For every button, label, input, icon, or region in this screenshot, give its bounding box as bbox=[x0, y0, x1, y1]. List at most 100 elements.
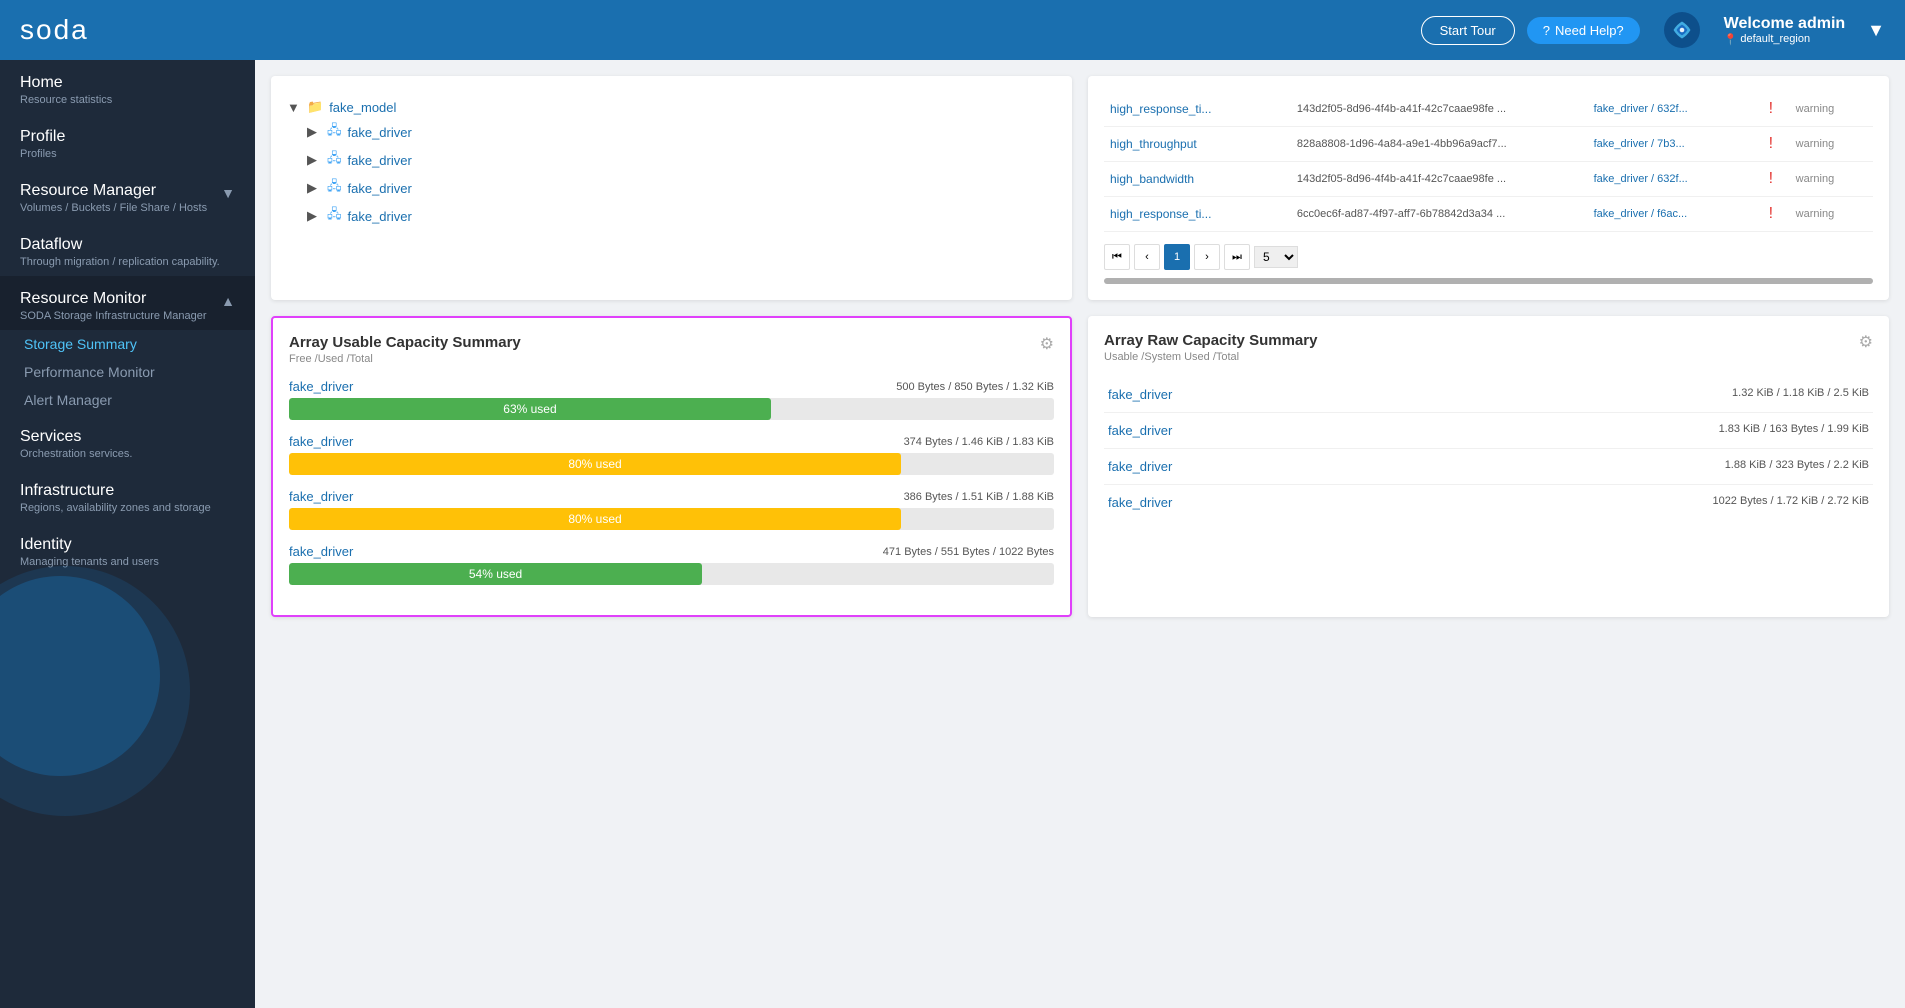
progress-bar-bg: 54% used bbox=[289, 563, 1054, 585]
progress-bar-fill: 80% used bbox=[289, 453, 901, 475]
usable-capacity-rows: fake_driver 500 Bytes / 850 Bytes / 1.32… bbox=[289, 379, 1054, 585]
pagination-last[interactable]: ⏭ bbox=[1224, 244, 1250, 270]
user-menu-chevron[interactable]: ▼ bbox=[1867, 20, 1885, 41]
sidebar-item-resource-monitor[interactable]: Resource Monitor SODA Storage Infrastruc… bbox=[0, 276, 255, 330]
app-logo: soda bbox=[20, 14, 89, 46]
pagination-next[interactable]: › bbox=[1194, 244, 1220, 270]
alert-driver[interactable]: fake_driver / f6ac... bbox=[1588, 197, 1763, 232]
sidebar-item-infrastructure[interactable]: Infrastructure Regions, availability zon… bbox=[0, 468, 255, 522]
alert-table-row: high_throughput 828a8808-1d96-4a84-a9e1-… bbox=[1104, 127, 1873, 162]
raw-capacity-label[interactable]: fake_driver bbox=[1108, 459, 1172, 474]
raw-capacity-label[interactable]: fake_driver bbox=[1108, 495, 1172, 510]
raw-capacity-row: fake_driver 1022 Bytes / 1.72 KiB / 2.72… bbox=[1104, 485, 1873, 520]
location-icon: 📍 bbox=[1724, 33, 1738, 46]
capacity-row-label[interactable]: fake_driver bbox=[289, 379, 353, 394]
pagination-prev[interactable]: ‹ bbox=[1134, 244, 1160, 270]
sidebar-item-services[interactable]: Services Orchestration services. bbox=[0, 414, 255, 468]
alert-table-row: high_response_ti... 143d2f05-8d96-4f4b-a… bbox=[1104, 92, 1873, 127]
capacity-row-label[interactable]: fake_driver bbox=[289, 544, 353, 559]
alert-name[interactable]: high_response_ti... bbox=[1104, 197, 1291, 232]
folder-icon: 📁 bbox=[307, 99, 323, 115]
raw-capacity-values: 1.88 KiB / 323 Bytes / 2.2 KiB bbox=[1725, 459, 1869, 474]
progress-bar-bg: 80% used bbox=[289, 508, 1054, 530]
capacity-row: fake_driver 374 Bytes / 1.46 KiB / 1.83 … bbox=[289, 434, 1054, 475]
sidebar-sub-storage-summary[interactable]: Storage Summary bbox=[0, 330, 255, 358]
usable-capacity-settings-icon[interactable]: ⚙ bbox=[1040, 334, 1054, 354]
alert-id: 143d2f05-8d96-4f4b-a41f-42c7caae98fe ... bbox=[1291, 92, 1588, 127]
start-tour-button[interactable]: Start Tour bbox=[1421, 16, 1515, 45]
progress-bar-fill: 80% used bbox=[289, 508, 901, 530]
alert-name[interactable]: high_bandwidth bbox=[1104, 162, 1291, 197]
alert-id: 828a8808-1d96-4a84-a9e1-4bb96a9acf7... bbox=[1291, 127, 1588, 162]
pagination-per-page[interactable]: 5 10 20 bbox=[1254, 246, 1298, 268]
capacity-row-values: 374 Bytes / 1.46 KiB / 1.83 KiB bbox=[904, 436, 1054, 448]
db-icon-3: 🖧 bbox=[327, 177, 342, 199]
pagination-bar bbox=[1104, 278, 1873, 284]
sidebar-sub-alert-manager[interactable]: Alert Manager bbox=[0, 386, 255, 414]
need-help-button[interactable]: ? Need Help? bbox=[1527, 17, 1640, 44]
usable-capacity-title: Array Usable Capacity Summary bbox=[289, 334, 1054, 351]
alert-severity-icon: ! bbox=[1763, 162, 1790, 197]
sidebar-item-dataflow[interactable]: Dataflow Through migration / replication… bbox=[0, 222, 255, 276]
raw-capacity-label[interactable]: fake_driver bbox=[1108, 387, 1172, 402]
tree-indent-1: ▶ 🖧 fake_driver ▶ 🖧 fake_driver ▶ 🖧 fake… bbox=[307, 118, 1056, 230]
sidebar-item-profile[interactable]: Profile Profiles bbox=[0, 114, 255, 168]
resource-manager-chevron: ▼ bbox=[221, 185, 235, 201]
alert-name[interactable]: high_response_ti... bbox=[1104, 92, 1291, 127]
tree-driver-4: ▶ 🖧 fake_driver bbox=[307, 202, 1056, 230]
alert-severity-label: warning bbox=[1790, 162, 1873, 197]
sidebar-sub-performance-monitor[interactable]: Performance Monitor bbox=[0, 358, 255, 386]
capacity-row: fake_driver 500 Bytes / 850 Bytes / 1.32… bbox=[289, 379, 1054, 420]
raw-capacity-card: ⚙ Array Raw Capacity Summary Usable /Sys… bbox=[1088, 316, 1889, 617]
soda-foundation-logo bbox=[1664, 12, 1700, 48]
tree-driver-1: ▶ 🖧 fake_driver bbox=[307, 118, 1056, 146]
tree-toggle-1[interactable]: ▶ bbox=[307, 124, 321, 140]
raw-capacity-title: Array Raw Capacity Summary bbox=[1104, 332, 1873, 349]
alerts-table: high_response_ti... 143d2f05-8d96-4f4b-a… bbox=[1104, 92, 1873, 232]
tree-toggle-2[interactable]: ▶ bbox=[307, 152, 321, 168]
alert-name[interactable]: high_throughput bbox=[1104, 127, 1291, 162]
raw-capacity-row: fake_driver 1.83 KiB / 163 Bytes / 1.99 … bbox=[1104, 413, 1873, 449]
progress-bar-fill: 54% used bbox=[289, 563, 702, 585]
tree-toggle-folder[interactable]: ▼ bbox=[287, 100, 301, 115]
tree-driver-label-2[interactable]: fake_driver bbox=[348, 153, 412, 168]
sidebar-decoration bbox=[0, 616, 255, 696]
pagination: ⏮ ‹ 1 › ⏭ 5 10 20 bbox=[1104, 244, 1873, 270]
question-icon: ? bbox=[1543, 23, 1550, 38]
tree-toggle-4[interactable]: ▶ bbox=[307, 208, 321, 224]
pagination-page-1[interactable]: 1 bbox=[1164, 244, 1190, 270]
alert-driver[interactable]: fake_driver / 632f... bbox=[1588, 162, 1763, 197]
header: soda Start Tour ? Need Help? Welcome adm… bbox=[0, 0, 1905, 60]
alert-table-row: high_response_ti... 6cc0ec6f-ad87-4f97-a… bbox=[1104, 197, 1873, 232]
raw-capacity-values: 1022 Bytes / 1.72 KiB / 2.72 KiB bbox=[1712, 495, 1869, 510]
capacity-row-label[interactable]: fake_driver bbox=[289, 489, 353, 504]
tree-driver-label-4[interactable]: fake_driver bbox=[348, 209, 412, 224]
pagination-first[interactable]: ⏮ bbox=[1104, 244, 1130, 270]
alert-severity-label: warning bbox=[1790, 92, 1873, 127]
alert-severity-icon: ! bbox=[1763, 197, 1790, 232]
tree-driver-3: ▶ 🖧 fake_driver bbox=[307, 174, 1056, 202]
alert-id: 143d2f05-8d96-4f4b-a41f-42c7caae98fe ... bbox=[1291, 162, 1588, 197]
progress-bar-bg: 80% used bbox=[289, 453, 1054, 475]
raw-capacity-settings-icon[interactable]: ⚙ bbox=[1859, 332, 1873, 352]
progress-bar-fill: 63% used bbox=[289, 398, 771, 420]
capacity-row-values: 471 Bytes / 551 Bytes / 1022 Bytes bbox=[883, 546, 1054, 558]
alert-driver[interactable]: fake_driver / 7b3... bbox=[1588, 127, 1763, 162]
capacity-row-values: 386 Bytes / 1.51 KiB / 1.88 KiB bbox=[904, 491, 1054, 503]
tree-top-overflow: ▼ 📁 fake_model ▶ 🖧 fake_driver ▶ 🖧 fake_… bbox=[287, 92, 1056, 230]
tree-toggle-3[interactable]: ▶ bbox=[307, 180, 321, 196]
resource-monitor-chevron: ▲ bbox=[221, 293, 235, 309]
tree-driver-label-1[interactable]: fake_driver bbox=[348, 125, 412, 140]
alert-driver[interactable]: fake_driver / 632f... bbox=[1588, 92, 1763, 127]
capacity-row-label[interactable]: fake_driver bbox=[289, 434, 353, 449]
db-icon-2: 🖧 bbox=[327, 149, 342, 171]
alert-severity-label: warning bbox=[1790, 127, 1873, 162]
sidebar-item-resource-manager[interactable]: Resource Manager Volumes / Buckets / Fil… bbox=[0, 168, 255, 222]
alert-severity-label: warning bbox=[1790, 197, 1873, 232]
tree-driver-label-3[interactable]: fake_driver bbox=[348, 181, 412, 196]
tree-model-label[interactable]: fake_model bbox=[329, 100, 396, 115]
welcome-text: Welcome admin 📍 default_region bbox=[1724, 15, 1846, 46]
logo-circle bbox=[1664, 12, 1700, 48]
raw-capacity-label[interactable]: fake_driver bbox=[1108, 423, 1172, 438]
sidebar-item-home[interactable]: Home Resource statistics bbox=[0, 60, 255, 114]
